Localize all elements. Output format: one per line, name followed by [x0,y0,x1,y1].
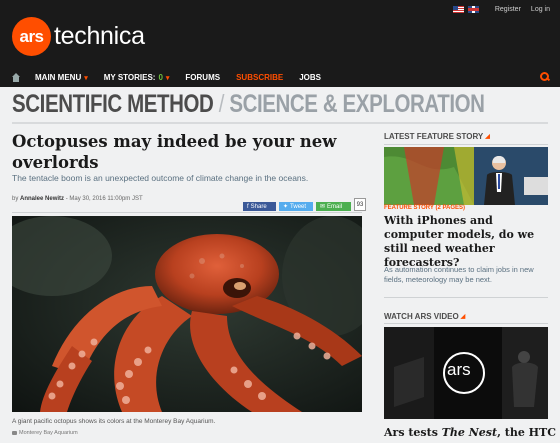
section-divider [12,122,548,124]
video-ars-logo: ars [447,360,471,379]
video-headline-title: The Nest [441,426,498,439]
twitter-share-button[interactable]: ✦ Tweet [279,202,313,211]
feature-headline[interactable]: With iPhones and computer models, do we … [384,214,548,270]
us-flag-icon[interactable] [452,5,464,13]
article-headline: Octopuses may indeed be your new overlor… [12,132,337,172]
nav-subscribe[interactable]: SUBSCRIBE [236,73,283,82]
latest-feature-label-text: LATEST FEATURE STORY [384,132,484,141]
nav-main-menu[interactable]: MAIN MENU ▾ [35,73,88,82]
email-share-button[interactable]: ✉ Email [316,202,351,211]
my-stories-count: 0 [158,73,163,82]
video-headline-prefix: Ars tests [384,426,442,439]
main-nav: MAIN MENU ▾ MY STORIES: 0 ▾ FORUMS SUBSC… [0,68,560,87]
logo-ars-circle: ars [12,17,51,56]
section-main[interactable]: SCIENTIFIC METHOD [12,90,214,118]
byline-prefix: by [12,196,19,202]
comment-count-button[interactable]: 93 [354,198,366,211]
camera-icon [12,431,17,435]
hero-credit: Monterey Bay Aquarium [12,430,78,436]
video-headline[interactable]: Ars tests The Nest, the HTC [384,426,556,440]
email-share-label: Email [327,203,343,210]
search-icon[interactable] [540,72,550,82]
author-link[interactable]: Annalee Newitz [20,196,64,202]
watch-video-label-text: WATCH ARS VIDEO [384,312,459,321]
login-link[interactable]: Log in [531,6,550,13]
twitter-icon: ✦ [283,204,289,210]
section-sub[interactable]: SCIENCE & EXPLORATION [229,90,485,118]
section-slash: / [213,90,230,118]
facebook-share-label: Share [250,203,267,210]
feature-dek: As automation continues to claim jobs in… [384,265,534,284]
section-title: SCIENTIFIC METHOD / SCIENCE & EXPLORATIO… [12,90,485,119]
chevron-down-icon: ▾ [165,74,170,82]
video-player[interactable]: ars [384,327,548,419]
feature-story-image[interactable] [384,147,548,205]
sidebar-divider [384,144,548,145]
watch-video-label[interactable]: WATCH ARS VIDEO ◢ [384,312,465,321]
hero-credit-text: Monterey Bay Aquarium [19,430,78,436]
home-icon[interactable] [11,72,21,83]
article-hero-image [12,216,362,412]
article-divider [12,212,362,213]
sidebar-divider [384,323,548,324]
video-headline-suffix: , the HTC [497,426,556,439]
hero-caption: A giant pacific octopus shows its colors… [12,418,216,425]
chevron-right-icon: ◢ [485,134,490,140]
site-header: Register Log in ars technica MAIN MENU ▾… [0,0,560,87]
uk-flag-icon[interactable] [467,5,479,13]
register-link[interactable]: Register [495,6,521,13]
article-dek: The tentacle boom is an unexpected outco… [12,173,309,183]
logo-technica-text: technica [54,22,145,50]
utility-bar: Register Log in [452,3,550,15]
chevron-down-icon: ▾ [84,74,88,82]
email-icon: ✉ [320,204,326,210]
twitter-share-label: Tweet [290,203,307,210]
chevron-right-icon: ◢ [460,314,466,320]
article-byline: by Annalee Newitz - May 30, 2016 11:00pm… [12,196,143,202]
nav-main-menu-label: MAIN MENU [35,73,82,82]
sidebar-divider [384,297,548,298]
facebook-share-button[interactable]: f Share [243,202,276,211]
nav-forums[interactable]: FORUMS [185,73,220,82]
nav-my-stories-label: MY STORIES: [103,73,156,82]
feature-tag: FEATURE STORY (2 PAGES) [384,205,466,211]
nav-jobs[interactable]: JOBS [299,73,321,82]
nav-my-stories[interactable]: MY STORIES: 0 ▾ [104,73,170,82]
facebook-icon: f [247,203,249,210]
site-logo[interactable]: ars technica [12,17,145,56]
latest-feature-label[interactable]: LATEST FEATURE STORY ◢ [384,132,490,141]
article-date: - May 30, 2016 11:00pm JST [65,196,143,202]
